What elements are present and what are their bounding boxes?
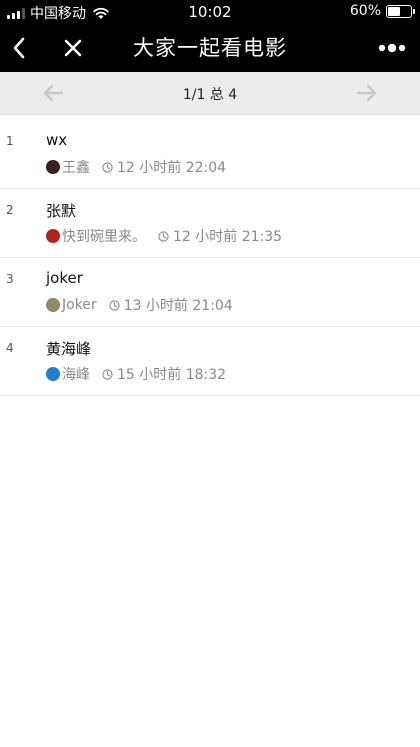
next-page-button[interactable]: [354, 81, 380, 105]
avatar: [46, 298, 60, 312]
list-item[interactable]: 3 joker Joker 13 小时前 21:04: [0, 258, 420, 327]
clock-icon: [102, 368, 113, 380]
status-right: 60%: [349, 3, 415, 19]
item-time: 12 小时前 21:35: [173, 229, 283, 245]
item-number: 3: [6, 272, 14, 286]
item-title: 张默: [46, 202, 77, 220]
nav-bar: 大家一起看电影: [0, 24, 420, 72]
more-button[interactable]: [374, 24, 410, 72]
clock-icon: [109, 299, 120, 311]
clock-icon: [158, 230, 169, 242]
item-author: 王鑫: [62, 160, 90, 176]
status-bar: 中国移动 10:02 60%: [0, 0, 420, 24]
battery-percent: 60%: [349, 3, 381, 19]
item-time: 12 小时前 22:04: [117, 160, 227, 176]
item-author: 海峰: [62, 367, 90, 383]
list-item[interactable]: 1 wx 王鑫 12 小时前 22:04: [0, 120, 420, 189]
chevron-left-icon: [13, 37, 25, 59]
item-number: 2: [6, 203, 14, 217]
page-title: 大家一起看电影: [133, 36, 287, 60]
battery-icon: [386, 4, 415, 18]
item-author: Joker: [62, 297, 97, 313]
more-dots-icon: [378, 43, 406, 53]
back-button[interactable]: [6, 24, 32, 72]
arrow-right-icon: [356, 84, 377, 102]
close-icon: [64, 39, 82, 57]
post-list: 1 wx 王鑫 12 小时前 22:04 2 张默 快到碗里来。 12 小时前 …: [0, 120, 420, 396]
pager: 1/1 总 4: [0, 72, 420, 115]
item-author: 快到碗里来。: [62, 229, 146, 245]
clock-icon: [102, 161, 113, 173]
item-meta: 快到碗里来。 12 小时前 21:35: [46, 226, 282, 246]
avatar: [46, 160, 60, 174]
list-item[interactable]: 2 张默 快到碗里来。 12 小时前 21:35: [0, 189, 420, 258]
item-time: 13 小时前 21:04: [123, 298, 233, 314]
close-button[interactable]: [58, 24, 88, 72]
item-title: joker: [46, 269, 83, 287]
item-meta: 王鑫 12 小时前 22:04: [46, 157, 226, 177]
item-title: wx: [46, 131, 68, 149]
list-item[interactable]: 4 黄海峰 海峰 15 小时前 18:32: [0, 327, 420, 396]
avatar: [46, 229, 60, 243]
item-number: 1: [6, 134, 14, 148]
item-meta: 海峰 15 小时前 18:32: [46, 364, 226, 384]
battery-fill: [388, 6, 400, 16]
item-number: 4: [6, 341, 14, 355]
item-time: 15 小时前 18:32: [117, 367, 227, 383]
item-meta: Joker 13 小时前 21:04: [46, 295, 233, 315]
avatar: [46, 367, 60, 381]
item-title: 黄海峰: [46, 340, 92, 358]
